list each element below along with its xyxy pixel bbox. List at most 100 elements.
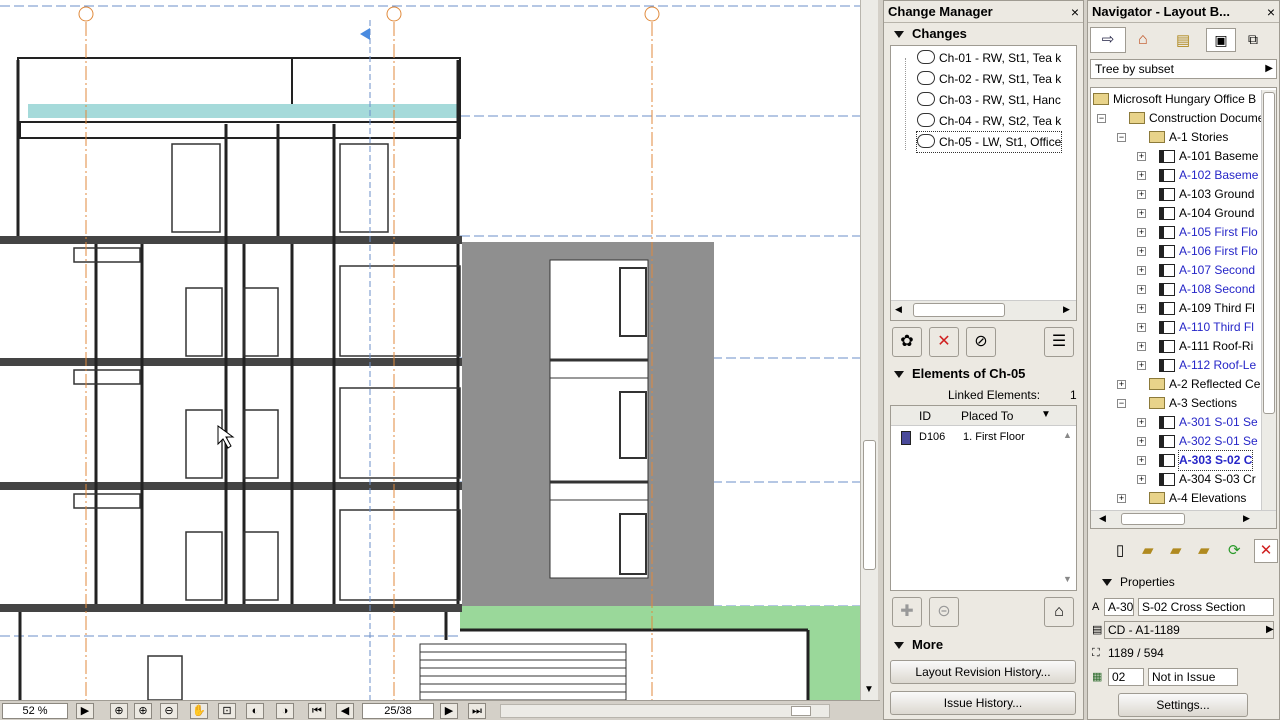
first-page-icon[interactable]: ⏮	[308, 703, 326, 719]
layout-book-button[interactable]: ▣	[1206, 28, 1236, 52]
tree-vertical-scrollbar[interactable]	[1261, 90, 1276, 510]
expand-icon[interactable]: +	[1137, 285, 1146, 294]
expand-icon[interactable]: +	[1137, 342, 1146, 351]
remove-element-button[interactable]: ⊝	[929, 597, 959, 627]
scroll-thumb[interactable]	[1121, 513, 1185, 525]
expand-icon[interactable]: +	[1137, 171, 1146, 180]
more-section-header[interactable]: More	[884, 634, 1083, 656]
dropdown-arrow-icon[interactable]: ▶	[1265, 60, 1273, 78]
change-item-selected[interactable]: Ch-05 - LW, St1, Office	[915, 131, 1063, 153]
page-indicator[interactable]: 25/38	[362, 703, 434, 719]
horizontal-scrollbar[interactable]	[500, 704, 830, 718]
collapse-triangle-icon[interactable]	[894, 371, 904, 379]
master-layout-dropdown[interactable]: CD - A1-1189	[1104, 621, 1274, 639]
last-page-icon[interactable]: ⏭	[468, 703, 486, 719]
tree-horizontal-scrollbar[interactable]: ◀ ▶	[1091, 510, 1276, 528]
revision-id-field[interactable]: 02	[1108, 668, 1144, 686]
collapse-triangle-icon[interactable]	[894, 31, 904, 39]
collapse-icon[interactable]: −	[1097, 114, 1106, 123]
change-item[interactable]: Ch-04 - RW, St2, Tea k	[917, 111, 1061, 131]
zoom-area-icon[interactable]: ⊕	[134, 703, 152, 719]
horizontal-scroll-thumb[interactable]	[791, 706, 811, 716]
change-item[interactable]: Ch-03 - RW, St1, Hanc	[917, 90, 1061, 110]
delete-button[interactable]: ✕	[1254, 539, 1278, 563]
layout-name-field[interactable]: S-02 Cross Section	[1138, 598, 1274, 616]
expand-icon[interactable]: +	[1137, 247, 1146, 256]
view-map-icon[interactable]: ▤	[1176, 31, 1190, 49]
new-layout-icon[interactable]: ▯	[1116, 541, 1124, 559]
expand-icon[interactable]: +	[1137, 304, 1146, 313]
new-subset-icon[interactable]: ▰	[1170, 541, 1182, 559]
settings-button[interactable]: Settings...	[1118, 693, 1248, 717]
drawing-canvas[interactable]	[0, 0, 860, 700]
new-master-icon[interactable]: ▰	[1142, 541, 1154, 559]
expand-icon[interactable]: +	[1137, 323, 1146, 332]
changes-horizontal-scrollbar[interactable]: ◀ ▶	[891, 300, 1076, 320]
select-element-button[interactable]: ⌂	[1044, 597, 1074, 627]
expand-icon[interactable]: +	[1137, 475, 1146, 484]
expand-icon[interactable]: +	[1137, 418, 1146, 427]
new-folder-icon[interactable]: ▰	[1198, 541, 1210, 559]
layout-revision-history-button[interactable]: Layout Revision History...	[890, 660, 1076, 684]
scroll-down-icon[interactable]: ▼	[864, 684, 874, 695]
scroll-down-icon[interactable]: ▼	[1063, 574, 1072, 584]
table-row[interactable]: D106 1. First Floor	[891, 428, 1061, 448]
scroll-up-icon[interactable]: ▲	[1063, 430, 1072, 440]
fit-window-icon[interactable]: ⊡	[218, 703, 236, 719]
changes-section-header[interactable]: Changes	[884, 23, 1083, 45]
zoom-menu-icon[interactable]: ▶	[76, 703, 94, 719]
scroll-left-icon[interactable]: ◀	[1099, 513, 1106, 524]
next-page-icon[interactable]: ▶	[440, 703, 458, 719]
expand-icon[interactable]: +	[1137, 266, 1146, 275]
previous-page-icon[interactable]: ◀	[336, 703, 354, 719]
navigator-mode-button[interactable]: ⇨	[1090, 27, 1126, 53]
dropdown-arrow-icon[interactable]: ▶	[1266, 620, 1274, 640]
issue-status-field[interactable]: Not in Issue	[1148, 668, 1238, 686]
new-change-button[interactable]: ✿	[892, 327, 922, 357]
tree-view-dropdown[interactable]: Tree by subset ▶	[1090, 59, 1277, 79]
collapse-triangle-icon[interactable]	[894, 642, 904, 650]
collapse-icon[interactable]: −	[1117, 133, 1126, 142]
expand-icon[interactable]: +	[1137, 152, 1146, 161]
change-settings-button[interactable]: ☰	[1044, 327, 1074, 357]
expand-icon[interactable]: +	[1137, 209, 1146, 218]
col-header-placed-to[interactable]: Placed To	[961, 409, 1013, 423]
layout-id-field[interactable]: A-303	[1104, 598, 1134, 616]
scroll-thumb[interactable]	[863, 440, 876, 570]
link-change-button[interactable]: ⊘	[966, 327, 996, 357]
expand-icon[interactable]: +	[1137, 190, 1146, 199]
canvas-vertical-scrollbar[interactable]: ▼	[860, 0, 878, 700]
properties-section-header[interactable]: Properties	[1092, 571, 1277, 593]
scroll-thumb[interactable]	[913, 303, 1005, 317]
close-icon[interactable]: ×	[1267, 1, 1275, 23]
collapse-triangle-icon[interactable]	[1102, 579, 1112, 587]
expand-icon[interactable]: +	[1137, 456, 1146, 465]
close-icon[interactable]: ×	[1071, 1, 1079, 23]
scroll-thumb[interactable]	[1263, 92, 1275, 414]
change-item[interactable]: Ch-01 - RW, St1, Tea k	[917, 48, 1061, 68]
changes-list[interactable]: Ch-01 - RW, St1, Tea k Ch-02 - RW, St1, …	[890, 45, 1077, 321]
zoom-in-icon[interactable]: ⊕	[110, 703, 128, 719]
navigator-tree[interactable]: Microsoft Hungary Office B − Construction …	[1090, 87, 1277, 529]
pan-icon[interactable]: ✋	[190, 703, 208, 719]
next-zoom-icon[interactable]: ◑	[276, 703, 294, 719]
collapse-icon[interactable]: −	[1117, 399, 1126, 408]
expand-icon[interactable]: +	[1137, 228, 1146, 237]
issue-history-button[interactable]: Issue History...	[890, 691, 1076, 715]
zoom-level[interactable]: 52 %	[2, 703, 68, 719]
scroll-left-icon[interactable]: ◀	[895, 304, 902, 315]
scroll-right-icon[interactable]: ▶	[1063, 304, 1070, 315]
elements-section-header[interactable]: Elements of Ch-05	[884, 363, 1083, 385]
previous-zoom-icon[interactable]: ◐	[246, 703, 264, 719]
elements-table[interactable]: ID Placed To ▼ D106 1. First Floor ▲ ▼	[890, 405, 1077, 591]
expand-icon[interactable]: +	[1137, 361, 1146, 370]
scroll-right-icon[interactable]: ▶	[1243, 513, 1250, 524]
update-icon[interactable]: ⟳	[1228, 541, 1241, 559]
col-header-id[interactable]: ID	[919, 409, 931, 423]
publisher-sets-icon[interactable]: ⧉	[1248, 31, 1258, 48]
change-item[interactable]: Ch-02 - RW, St1, Tea k	[917, 69, 1061, 89]
expand-icon[interactable]: +	[1117, 380, 1126, 389]
add-element-button[interactable]: ✚	[892, 597, 922, 627]
zoom-out-icon[interactable]: ⊖	[160, 703, 178, 719]
expand-icon[interactable]: +	[1117, 494, 1126, 503]
